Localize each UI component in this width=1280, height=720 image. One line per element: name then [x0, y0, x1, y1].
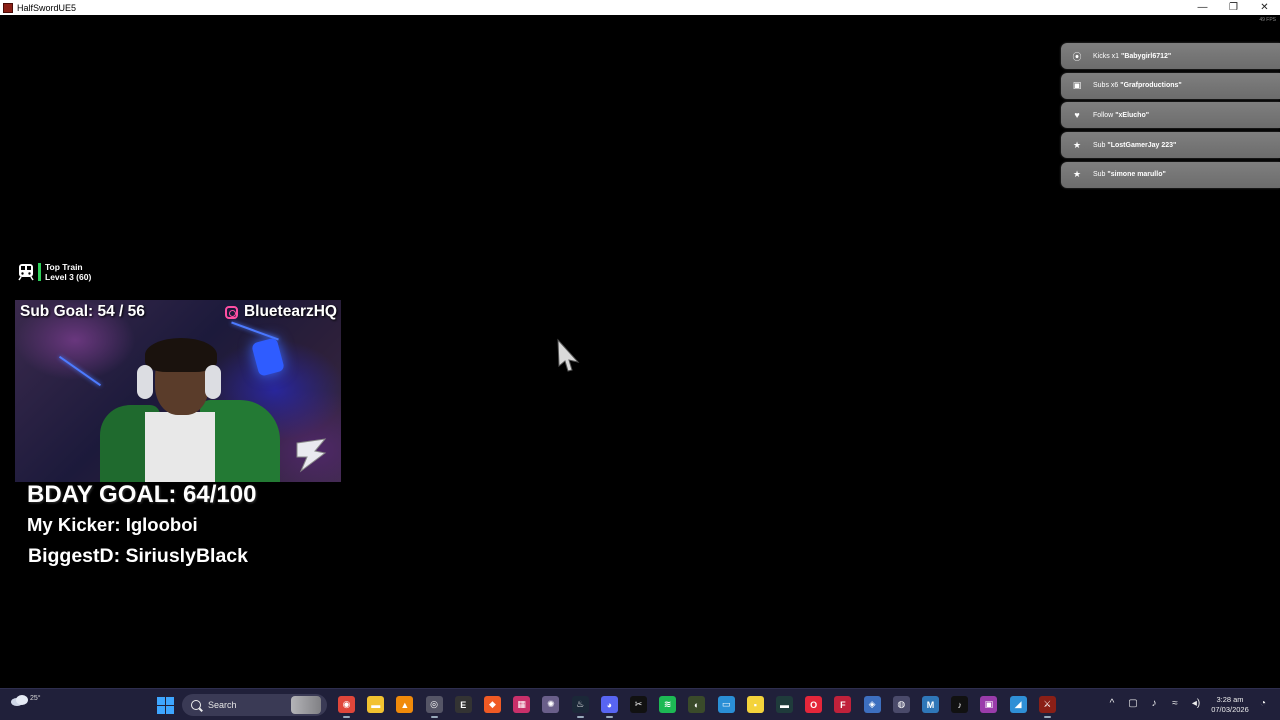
terminal-icon[interactable]: ▬ [776, 696, 793, 713]
halfsword-icon[interactable]: ⚔ [1038, 696, 1056, 718]
train-text: Top Train Level 3 (60) [45, 262, 91, 282]
mkv-icon[interactable]: M [922, 696, 939, 713]
gauge-icon[interactable]: ◐ [688, 696, 706, 713]
search-label: Search [208, 700, 237, 710]
clock-time: 3:28 am [1216, 695, 1244, 704]
train-level-bar [38, 263, 41, 281]
train-level: Level 3 (60) [45, 272, 92, 282]
top-train-widget: Top Train Level 3 (60) [17, 262, 91, 282]
davinci-icon[interactable]: ✺ [542, 696, 560, 713]
my-kicker: My Kicker: Iglooboi [27, 514, 198, 535]
handle-text: BluetearzHQ [243, 303, 337, 320]
blue-lamp [251, 337, 285, 377]
weather-widget[interactable]: 25° [10, 693, 41, 707]
instagram-icon [224, 305, 238, 319]
bday-goal: BDAY GOAL: 64/100 [27, 481, 257, 508]
event-item: ▣ Subs x6 "Grafproductions" [1061, 72, 1280, 99]
f-app-icon[interactable]: F [834, 696, 852, 713]
heart-icon: ♥ [1074, 110, 1080, 121]
taskbar-search[interactable]: Search [182, 694, 327, 716]
sub-goal-label: Sub Goal: 54 / 56 [20, 303, 145, 320]
diamond-app-icon[interactable]: ◈ [863, 696, 881, 713]
event-text: Follow "xElucho" [1093, 111, 1150, 119]
halfsword-app-icon [3, 2, 13, 13]
gift-icon: ▣ [1072, 80, 1082, 91]
kick-icon: ⦿ [1072, 51, 1082, 62]
weather-temperature: 25° [30, 695, 41, 702]
opera-icon[interactable]: O [805, 696, 823, 713]
window-titlebar: HalfSwordUE5 — ❐ ✕ [0, 0, 1280, 15]
search-icon [191, 700, 201, 710]
microphone-icon[interactable]: ♪ [1148, 698, 1160, 710]
brave-icon[interactable]: ◆ [484, 696, 501, 713]
spotify-icon[interactable]: ≋ [659, 696, 677, 713]
volume-icon[interactable]: ◂) [1190, 698, 1202, 710]
maximize-button[interactable]: ❐ [1218, 0, 1249, 15]
notification-bell-icon[interactable]: ◔ [1260, 698, 1272, 710]
star-icon: ★ [1072, 139, 1082, 150]
minimize-button[interactable]: — [1187, 0, 1218, 15]
train-icon [18, 264, 34, 281]
event-text: Sub "simone marullo" [1093, 171, 1166, 179]
event-item: ★ Sub "LostGamerJay 223" [1061, 132, 1280, 159]
steam-icon[interactable]: ♨ [571, 696, 589, 718]
game-cursor-icon [557, 338, 580, 372]
channel-logo-icon [296, 438, 327, 473]
search-highlight-image [291, 696, 321, 714]
instagram-handle: BluetearzHQ [224, 303, 337, 321]
tray-chevron-icon[interactable]: ^ [1106, 698, 1118, 710]
obs-icon[interactable]: ◎ [425, 696, 443, 718]
start-button[interactable] [157, 697, 174, 714]
editor-icon[interactable]: ◢ [1009, 696, 1027, 713]
system-tray: ^ ▢ ♪ ≈ ◂) [1106, 698, 1202, 710]
game-app-icon[interactable]: ▣ [980, 696, 998, 713]
windows-taskbar: 25° Search ◉ ▬ ▲ ◎ E ◆ ▦ ✺ ♨ ◕ ✂ ≋ ◐ ▭ ▪ ▬ O F ◈ ◍ M ♪ ▣ ◢ ⚔ ^ ▢… [0, 688, 1280, 720]
event-item: ♥ Follow "xElucho" [1061, 102, 1280, 129]
window-title: HalfSwordUE5 [17, 2, 77, 13]
weather-cloud-icon [11, 695, 28, 706]
tray-app-icon[interactable]: ▢ [1127, 698, 1139, 710]
stream-events-feed: ⦿ Kicks x1 "Babygirl6712" ▣ Subs x6 "Gra… [1061, 43, 1280, 191]
event-text: Kicks x1 "Babygirl6712" [1093, 52, 1172, 60]
discord-icon[interactable]: ◕ [600, 696, 618, 718]
taskbar-clock[interactable]: 3:28 am 07/03/2026 [1204, 695, 1256, 715]
clock-date: 07/03/2026 [1211, 705, 1249, 714]
chrome-icon[interactable]: ◉ [338, 696, 355, 718]
window-controls: — ❐ ✕ [1187, 0, 1280, 15]
event-item: ★ Sub "simone marullo" [1061, 161, 1280, 188]
biggest-donor: BiggestD: SiriuslyBlack [28, 545, 248, 567]
epic-games-icon[interactable]: E [454, 696, 472, 713]
sticky-notes-icon[interactable]: ▪ [746, 696, 764, 713]
disc-icon[interactable]: ◍ [892, 696, 910, 713]
windows-logo-icon [157, 697, 165, 705]
star-icon: ★ [1072, 169, 1082, 180]
streamer-shirt [145, 412, 215, 482]
close-button[interactable]: ✕ [1249, 0, 1280, 15]
neon-light [58, 355, 102, 387]
vlc-icon[interactable]: ▲ [396, 696, 414, 713]
app-store-icon[interactable]: ▦ [513, 696, 531, 713]
headset [205, 365, 221, 399]
capcut-icon[interactable]: ✂ [630, 696, 647, 713]
headset [137, 365, 153, 399]
photos-icon[interactable]: ▭ [717, 696, 735, 713]
event-text: Subs x6 "Grafproductions" [1093, 82, 1182, 90]
tiktok-icon[interactable]: ♪ [951, 696, 969, 713]
train-title: Top Train [45, 262, 83, 272]
event-text: Sub "LostGamerJay 223" [1093, 141, 1177, 149]
webcam-overlay: Sub Goal: 54 / 56 BluetearzHQ [15, 300, 341, 482]
fps-counter: 49 FPS [1259, 17, 1276, 23]
wifi-icon[interactable]: ≈ [1169, 698, 1181, 710]
event-item: ⦿ Kicks x1 "Babygirl6712" [1061, 43, 1280, 69]
folder-icon[interactable]: ▬ [367, 696, 385, 713]
